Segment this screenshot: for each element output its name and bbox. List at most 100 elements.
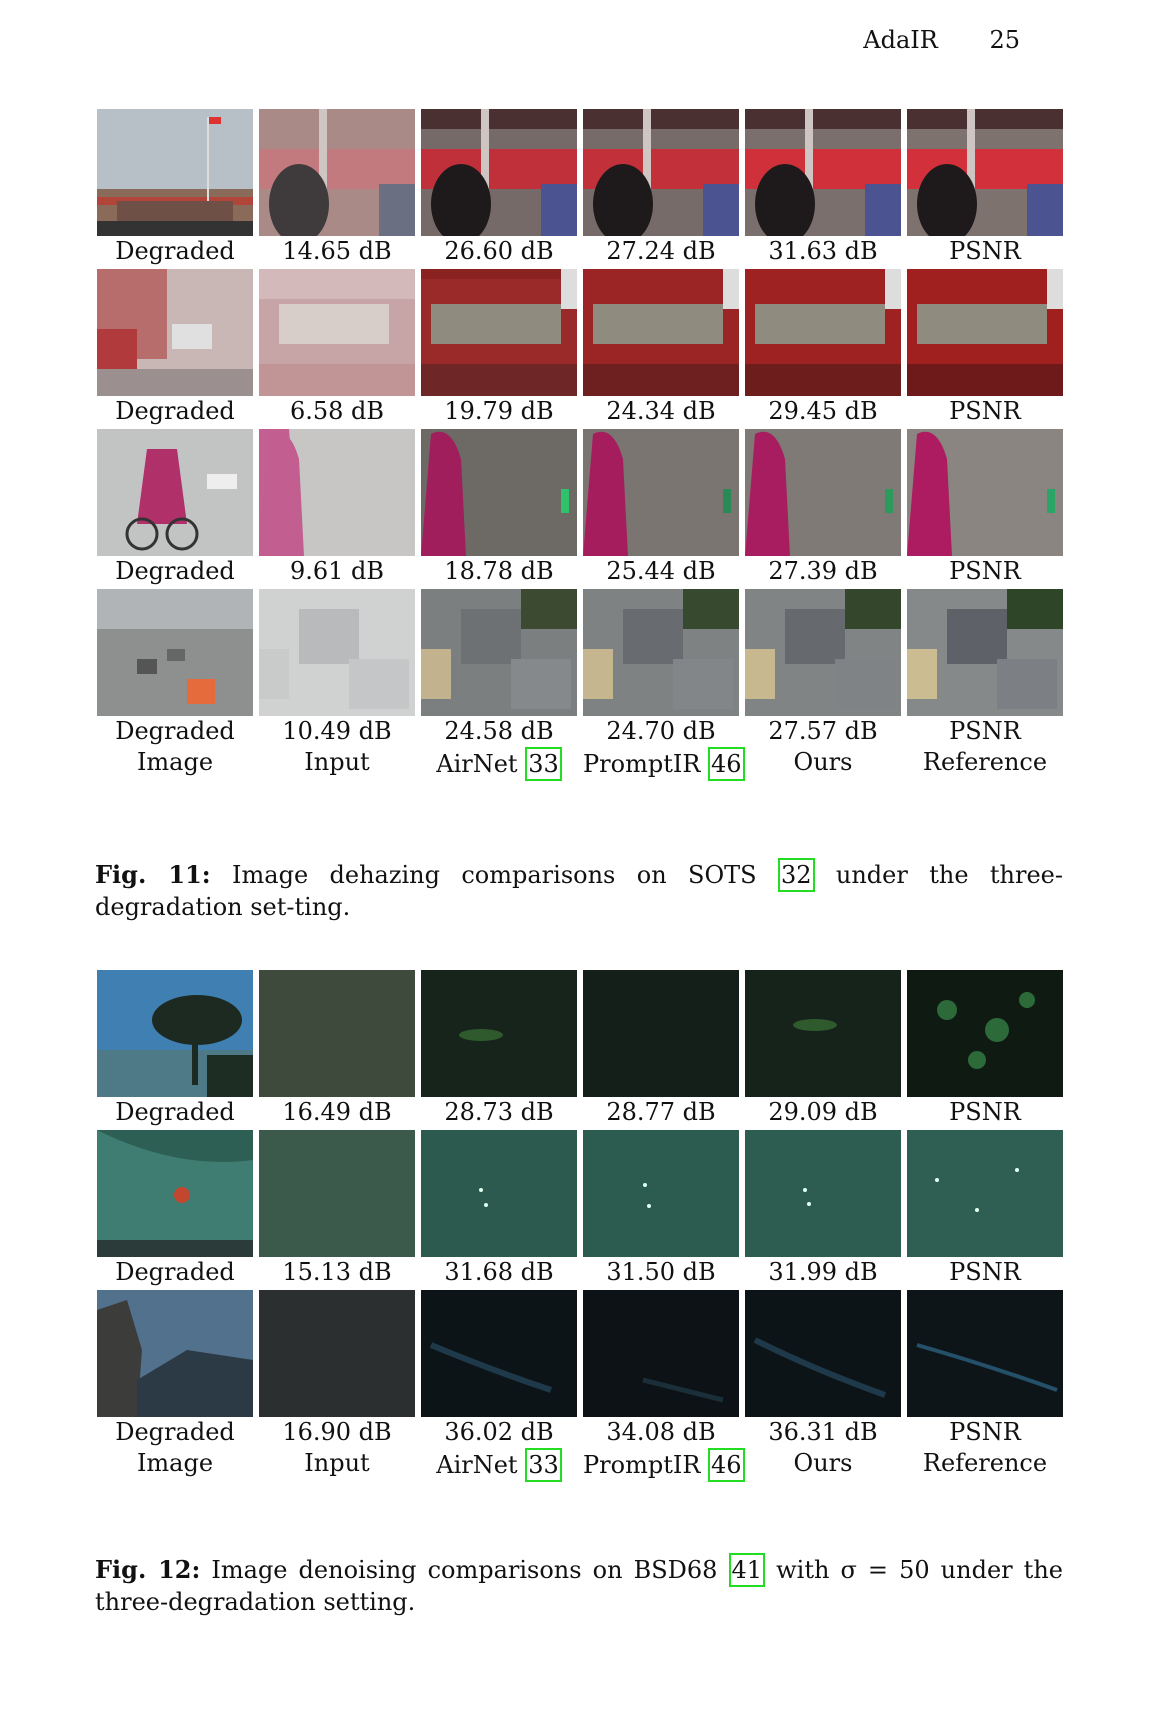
reference-label: PSNR: [949, 717, 1021, 745]
citation-link[interactable]: 33: [525, 1448, 562, 1482]
psnr-value: 31.68 dB: [444, 1258, 554, 1286]
reference-image-thumb: [907, 1130, 1063, 1257]
psnr-value: 36.31 dB: [768, 1418, 878, 1446]
psnr-value: 31.99 dB: [768, 1258, 878, 1286]
column-label-reference: Reference: [922, 1449, 1048, 1477]
figure-12-caption: Fig. 12: Image denoising comparisons on …: [95, 1553, 1063, 1618]
degraded-label: Degraded: [115, 237, 235, 265]
promptir-result-thumb: [583, 1130, 739, 1257]
fig12-row-2: Degraded 15.13 dB 31.68 dB 31.50 dB 31.9…: [97, 1130, 1078, 1288]
psnr-value: 27.24 dB: [606, 237, 716, 265]
psnr-value: 36.02 dB: [444, 1418, 554, 1446]
citation-link[interactable]: 32: [777, 858, 815, 892]
page-number: 25: [989, 26, 1020, 54]
reference-image-thumb: [907, 269, 1063, 396]
psnr-value: 29.09 dB: [768, 1098, 878, 1126]
column-label-input: Input: [304, 1449, 370, 1477]
promptir-result-thumb: [583, 429, 739, 556]
page-header: AdaIR 25: [863, 26, 1020, 54]
degraded-image-thumb: [97, 1290, 253, 1417]
degraded-label: Degraded: [115, 557, 235, 585]
degraded-label: Degraded: [115, 1098, 235, 1126]
method-name: AirNet: [436, 1451, 518, 1479]
citation-link[interactable]: 41: [728, 1553, 766, 1587]
psnr-value: 29.45 dB: [768, 397, 878, 425]
promptir-result-thumb: [583, 589, 739, 716]
column-label-reference: Reference: [922, 748, 1048, 776]
psnr-value: 27.39 dB: [768, 557, 878, 585]
psnr-value: 18.78 dB: [444, 557, 554, 585]
fig12-row-1: Degraded 16.49 dB 28.73 dB 28.77 dB 29.0…: [97, 970, 1078, 1128]
column-label-image: Image: [136, 748, 214, 776]
airnet-result-thumb: [421, 429, 577, 556]
input-image-thumb: [259, 269, 415, 396]
psnr-value: 16.90 dB: [282, 1418, 392, 1446]
airnet-result-thumb: [421, 589, 577, 716]
citation-link[interactable]: 33: [525, 747, 562, 781]
input-image-thumb: [259, 429, 415, 556]
input-image-thumb: [259, 970, 415, 1097]
column-label-airnet: AirNet 33: [421, 1448, 577, 1482]
fig11-row-2: Degraded 6.58 dB 19.79 dB 24.34 dB 29.45…: [97, 269, 1078, 427]
caption-text: Image dehazing comparisons on SOTS: [232, 861, 757, 889]
psnr-value: 28.77 dB: [606, 1098, 716, 1126]
degraded-image-thumb: [97, 109, 253, 236]
method-name: AirNet: [436, 750, 518, 778]
reference-image-thumb: [907, 970, 1063, 1097]
ours-result-thumb: [745, 1290, 901, 1417]
reference-image-thumb: [907, 1290, 1063, 1417]
promptir-result-thumb: [583, 109, 739, 236]
psnr-value: 6.58 dB: [289, 397, 385, 425]
psnr-value: 16.49 dB: [282, 1098, 392, 1126]
column-label-promptir: PromptIR 46: [583, 1448, 745, 1482]
degraded-image-thumb: [97, 269, 253, 396]
psnr-value: 9.61 dB: [289, 557, 385, 585]
promptir-result-thumb: [583, 970, 739, 1097]
reference-label: PSNR: [949, 1258, 1021, 1286]
psnr-value: 10.49 dB: [282, 717, 392, 745]
psnr-value: 14.65 dB: [282, 237, 392, 265]
ours-result-thumb: [745, 429, 901, 556]
column-label-promptir: PromptIR 46: [583, 747, 745, 781]
caption-label: Fig. 11:: [95, 860, 211, 889]
psnr-value: 27.57 dB: [768, 717, 878, 745]
column-label-ours: Ours: [793, 1449, 853, 1477]
airnet-result-thumb: [421, 1290, 577, 1417]
psnr-value: 24.58 dB: [444, 717, 554, 745]
airnet-result-thumb: [421, 109, 577, 236]
citation-link[interactable]: 46: [708, 747, 745, 781]
fig11-row-4: Degraded Image 10.49 dB Input 24.58 dB AirN…: [97, 589, 1078, 781]
degraded-image-thumb: [97, 970, 253, 1097]
promptir-result-thumb: [583, 269, 739, 396]
column-label-image: Image: [136, 1449, 214, 1477]
reference-label: PSNR: [949, 1098, 1021, 1126]
degraded-image-thumb: [97, 1130, 253, 1257]
reference-label: PSNR: [949, 557, 1021, 585]
caption-label: Fig. 12:: [95, 1555, 201, 1584]
reference-label: PSNR: [949, 397, 1021, 425]
airnet-result-thumb: [421, 970, 577, 1097]
psnr-value: 25.44 dB: [606, 557, 716, 585]
method-name: PromptIR: [583, 1451, 701, 1479]
psnr-value: 19.79 dB: [444, 397, 554, 425]
input-image-thumb: [259, 1290, 415, 1417]
ours-result-thumb: [745, 1130, 901, 1257]
psnr-value: 24.70 dB: [606, 717, 716, 745]
reference-image-thumb: [907, 109, 1063, 236]
degraded-label: Degraded: [115, 717, 235, 745]
method-name: PromptIR: [583, 750, 701, 778]
fig11-row-1: Degraded 14.65 dB 26.60 dB 27.24 dB 31.6…: [97, 109, 1078, 267]
figure-12-grid: Degraded 16.49 dB 28.73 dB 28.77 dB 29.0…: [97, 970, 1078, 1484]
caption-text: Image denoising comparisons on BSD68: [211, 1556, 718, 1584]
airnet-result-thumb: [421, 269, 577, 396]
figure-11-grid: Degraded 14.65 dB 26.60 dB 27.24 dB 31.6…: [97, 109, 1078, 783]
citation-link[interactable]: 46: [708, 1448, 745, 1482]
degraded-label: Degraded: [115, 397, 235, 425]
column-label-input: Input: [304, 748, 370, 776]
psnr-value: 28.73 dB: [444, 1098, 554, 1126]
airnet-result-thumb: [421, 1130, 577, 1257]
ours-result-thumb: [745, 970, 901, 1097]
psnr-value: 31.63 dB: [768, 237, 878, 265]
degraded-label: Degraded: [115, 1418, 235, 1446]
column-label-airnet: AirNet 33: [421, 747, 577, 781]
